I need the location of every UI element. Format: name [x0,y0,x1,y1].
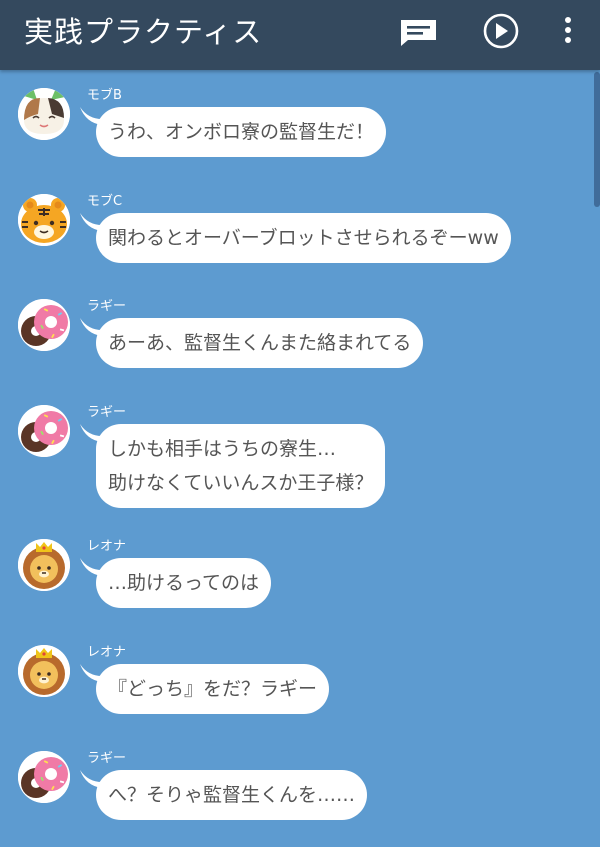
message-bubble[interactable]: へ？そりゃ監督生くんを…… [96,770,368,820]
tiger-avatar[interactable] [18,194,70,246]
donut-avatar[interactable] [18,405,70,457]
message-bubble[interactable]: うわ、オンボロ寮の監督生だ！ [96,107,387,157]
more-vert-icon[interactable] [546,11,590,55]
message-bubble[interactable]: 『どっち』をだ？ラギー [96,664,330,714]
speaker-name: レオナ [87,539,127,554]
chat-list: モブB うわ、オンボロ寮の監督生だ！ モブC 関わるとオーバーブロットさせられる… [0,70,594,847]
app-bar: 実践プラクティス [0,0,600,70]
message-line: しかも相手はうちの寮生… [108,438,337,460]
message-bubble[interactable]: あーあ、監督生くんまた絡まれてる [96,318,424,368]
message-bubble[interactable]: 関わるとオーバーブロットさせられるぞーww [96,213,511,263]
message-line: うわ、オンボロ寮の監督生だ！ [108,121,375,143]
speaker-name: モブB [87,88,122,103]
speaker-name: ラギー [87,405,127,420]
speaker-name: ラギー [87,751,127,766]
play-icon[interactable] [479,11,523,55]
message-line: 助けなくていいんスか王子様？ [108,472,374,494]
speaker-name: モブC [87,194,123,209]
donut-avatar[interactable] [18,299,70,351]
donut-avatar[interactable] [18,751,70,803]
message-line: あーあ、監督生くんまた絡まれてる [108,332,412,354]
scrollbar[interactable] [594,72,600,207]
speaker-name: ラギー [87,299,127,314]
lion-avatar[interactable] [18,645,70,697]
calico-cat-avatar[interactable] [18,88,70,140]
message-line: 関わるとオーバーブロットさせられるぞーww [108,227,499,249]
message-bubble[interactable]: しかも相手はうちの寮生… 助けなくていいんスか王子様？ [96,424,386,508]
message-bubble[interactable]: …助けるってのは [96,558,272,608]
message-line: 『どっち』をだ？ラギー [108,678,318,700]
lion-avatar[interactable] [18,539,70,591]
message-line: へ？そりゃ監督生くんを…… [108,784,356,806]
message-icon[interactable] [396,11,440,55]
app-title: 実践プラクティス [24,15,263,49]
message-line: …助けるってのは [108,572,260,594]
speaker-name: レオナ [87,645,127,660]
